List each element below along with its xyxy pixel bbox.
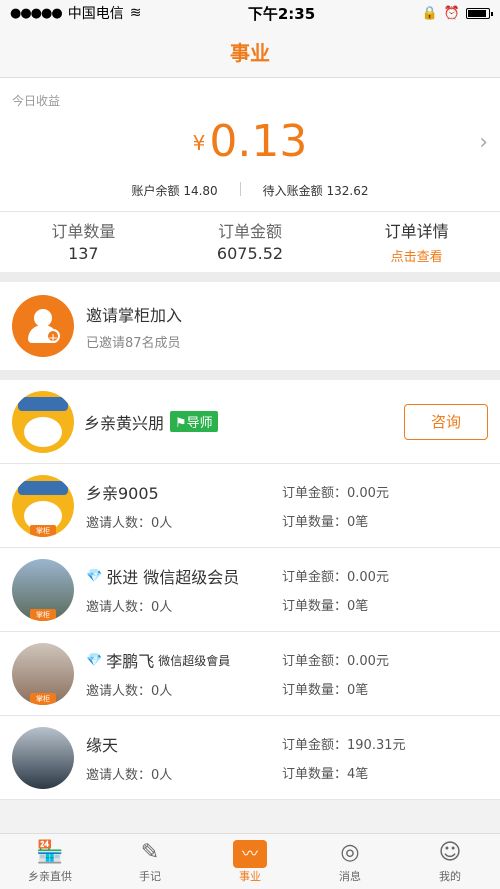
member-name: 李鹏飞 xyxy=(106,652,155,671)
member-invites: 邀请人数：0人 xyxy=(86,600,173,615)
member-invites: 邀请人数：0人 xyxy=(86,768,173,783)
list-item[interactable]: 掌柜 乡亲9005 邀请人数：0人 订单金额：0.00元 订单数量：0笔 xyxy=(0,464,500,548)
tab-label: 手记 xyxy=(139,870,161,883)
avatar xyxy=(12,726,74,789)
member-order-amount: 订单金额：0.00元 xyxy=(282,569,389,585)
member-order-count: 订单数量：0笔 xyxy=(282,682,369,698)
battery-icon xyxy=(465,7,493,19)
earnings-amount: ¥0.13 xyxy=(0,116,500,167)
mentor-name: 乡亲黄兴朋 xyxy=(84,413,165,433)
list-item[interactable]: 掌柜 💎 张进 微信超级会员 邀请人数：0人 订单金额：0.00元 订单数量：0笔 xyxy=(0,548,500,632)
invite-row[interactable]: + 邀请掌柜加入 已邀请87名成员 xyxy=(0,282,500,370)
status-bar: ●●●●● 中国电信 ≋ 下午2:35 🔒 ⏰ xyxy=(0,0,500,26)
avatar xyxy=(12,390,74,453)
tab-label: 事业 xyxy=(239,870,261,883)
mentor-row[interactable]: 乡亲黄兴朋 ⚑导师 咨询 xyxy=(0,380,500,464)
status-time: 下午2:35 xyxy=(247,4,316,23)
business-icon: 〰 xyxy=(233,840,267,868)
member-order-amount: 订单金额：0.00元 xyxy=(282,653,389,669)
divider xyxy=(239,182,241,196)
role-badge: 掌柜 xyxy=(30,524,56,537)
member-order-count: 订单数量：0笔 xyxy=(282,598,369,614)
add-user-icon: + xyxy=(12,295,74,357)
nav-bar: 事业 xyxy=(0,26,500,78)
mentor-tag-label: 导师 xyxy=(186,416,213,431)
earnings-label: 今日收益 xyxy=(12,94,61,108)
page-title: 事业 xyxy=(230,41,270,65)
member-order-count: 订单数量：4笔 xyxy=(282,766,369,782)
tab-notes[interactable]: ✎ 手记 xyxy=(100,834,200,889)
notes-icon: ✎ xyxy=(140,840,160,865)
member-invites: 邀请人数：0人 xyxy=(86,516,173,531)
member-order-amount: 订单金额：190.31元 xyxy=(282,737,406,753)
member-invites: 邀请人数：0人 xyxy=(86,684,173,699)
member-subtitle: 微信超级會員 xyxy=(158,653,231,668)
avatar: 掌柜 xyxy=(12,642,74,705)
avatar: 掌柜 xyxy=(12,474,74,537)
consult-button[interactable]: 咨询 xyxy=(404,403,488,440)
member-name: 缘天 xyxy=(86,736,119,755)
tab-mine[interactable]: ☺ 我的 xyxy=(400,834,500,889)
section-gap xyxy=(0,370,500,380)
invite-title: 邀请掌柜加入 xyxy=(86,305,183,325)
member-order-count: 订单数量：0笔 xyxy=(282,514,369,530)
stat-title: 订单详情 xyxy=(384,222,449,241)
chevron-right-icon[interactable]: › xyxy=(479,130,488,155)
stat-order-details[interactable]: 订单详情 点击查看 xyxy=(333,212,500,272)
role-badge: 掌柜 xyxy=(30,608,56,621)
role-badge: 掌柜 xyxy=(30,692,56,705)
member-list: 乡亲黄兴朋 ⚑导师 咨询 掌柜 乡亲9005 邀请人数：0人 订单金额：0.00… xyxy=(0,380,500,800)
stats-row: 订单数量 137 订单金额 6075.52 订单详情 点击查看 xyxy=(0,212,500,272)
invite-subtitle: 已邀请87名成员 xyxy=(86,335,181,351)
lock-icon: 🔒 xyxy=(421,5,438,21)
stat-order-count: 订单数量 137 xyxy=(0,212,167,272)
section-gap xyxy=(0,272,500,282)
earnings-value: 0.13 xyxy=(209,116,308,167)
stat-value: 137 xyxy=(68,244,99,263)
tab-bar: 🏪 乡亲直供 ✎ 手记 〰 事业 ◎ 消息 ☺ 我的 xyxy=(0,833,500,889)
member-name: 张进 微信超级会员 xyxy=(106,568,240,587)
stat-title: 订单数量 xyxy=(51,222,116,241)
tab-messages[interactable]: ◎ 消息 xyxy=(300,834,400,889)
list-item[interactable]: 掌柜 💎 李鹏飞 微信超级會員 邀请人数：0人 订单金额：0.00元 订单数量：0笔 xyxy=(0,632,500,716)
carrier-label: 中国电信 xyxy=(67,6,124,22)
diamond-icon: 💎 xyxy=(86,652,103,668)
tab-business[interactable]: 〰 事业 xyxy=(200,834,300,889)
stat-title: 订单金额 xyxy=(218,222,283,241)
tab-label: 乡亲直供 xyxy=(28,870,72,883)
tab-label: 消息 xyxy=(339,870,361,883)
wifi-icon: ≋ xyxy=(129,5,142,21)
diamond-icon: 💎 xyxy=(86,568,103,584)
signal-icon: ●●●●● xyxy=(10,5,63,21)
message-icon: ◎ xyxy=(340,840,360,865)
stat-order-amount: 订单金额 6075.52 xyxy=(167,212,334,272)
list-item[interactable]: 缘天 邀请人数：0人 订单金额：190.31元 订单数量：4笔 xyxy=(0,716,500,800)
account-balance: 账户余额 14.80 xyxy=(131,184,218,198)
earnings-panel[interactable]: 今日收益 ¥0.13 › 账户余额 14.80 待入账金额 132.62 xyxy=(0,78,500,212)
pending-amount: 待入账金额 132.62 xyxy=(262,184,369,198)
view-details-link[interactable]: 点击查看 xyxy=(333,246,500,265)
avatar: 掌柜 xyxy=(12,558,74,621)
tab-label: 我的 xyxy=(439,870,461,883)
store-icon: 🏪 xyxy=(36,840,64,865)
tab-store[interactable]: 🏪 乡亲直供 xyxy=(0,834,100,889)
stat-value: 6075.52 xyxy=(216,244,284,263)
profile-icon: ☺ xyxy=(438,840,462,865)
member-order-amount: 订单金额：0.00元 xyxy=(282,485,389,501)
alarm-icon: ⏰ xyxy=(443,5,460,21)
mentor-tag: ⚑导师 xyxy=(170,411,218,432)
member-name: 乡亲9005 xyxy=(86,484,159,503)
currency-symbol: ¥ xyxy=(192,131,206,155)
